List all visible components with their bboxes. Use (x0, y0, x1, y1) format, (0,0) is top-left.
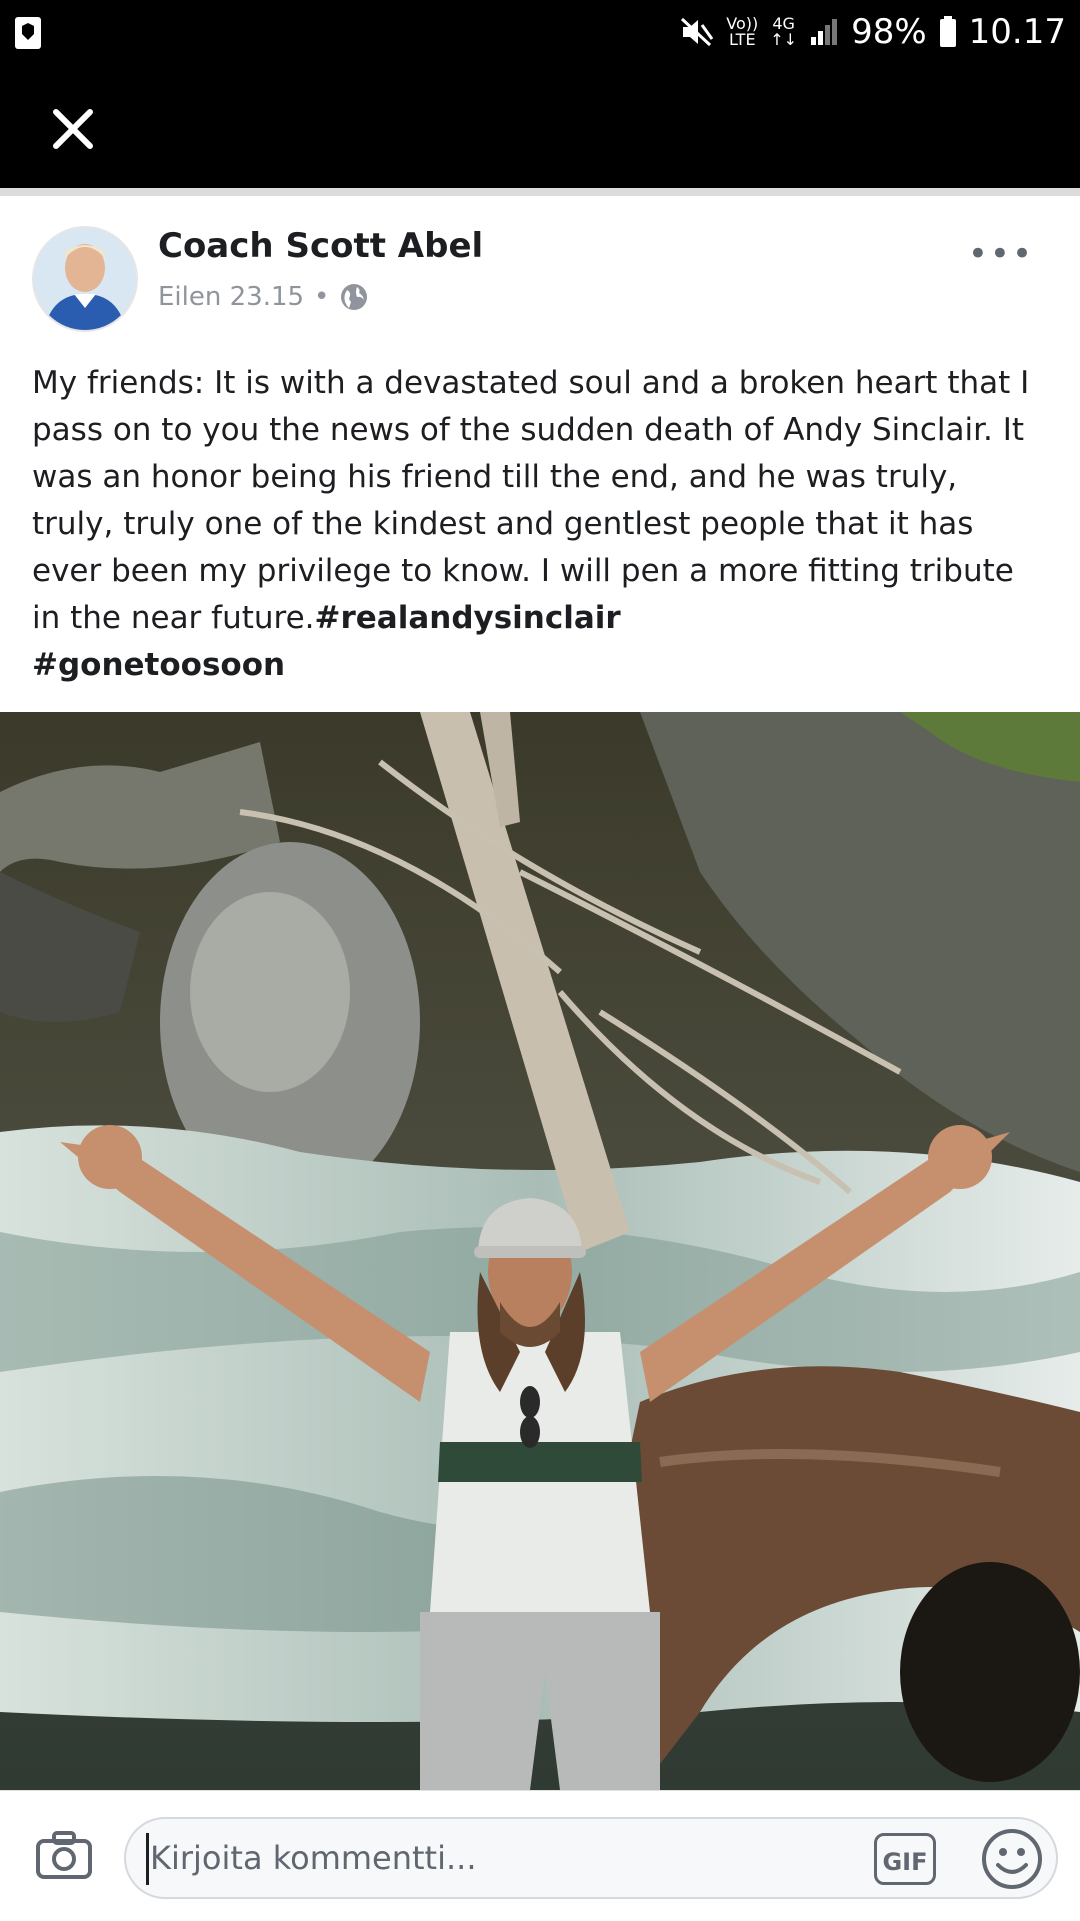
comment-placeholder: Kirjoita kommentti... (150, 1839, 477, 1877)
author-name[interactable]: Coach Scott Abel (158, 226, 483, 266)
photo-illustration (0, 712, 1080, 1790)
signal-icon (811, 19, 838, 45)
emoji-icon[interactable] (980, 1827, 1044, 1891)
divider (0, 188, 1080, 196)
post-meta: Eilen 23.15 • (158, 282, 369, 312)
gif-button[interactable]: GIF (874, 1833, 936, 1885)
comment-input[interactable]: Kirjoita kommentti... GIF (124, 1817, 1058, 1899)
status-bar: Vo)) LTE 4G ↑↓ 98% 10.17 (0, 0, 1080, 64)
post-header: Coach Scott Abel Eilen 23.15 • ••• (0, 196, 1080, 346)
post-body: My friends: It is with a devastated soul… (32, 365, 1030, 636)
more-options-button[interactable]: ••• (968, 234, 1034, 274)
volte-indicator: Vo)) LTE (726, 14, 759, 49)
battery-percent: 98% (851, 12, 927, 52)
close-icon[interactable] (48, 104, 98, 154)
hashtag-gonetoosoon[interactable]: #gonetoosoon (32, 647, 285, 683)
hashtag-realandysinclair[interactable]: #realandysinclair (315, 600, 621, 636)
post-text: My friends: It is with a devastated soul… (32, 360, 1042, 689)
clock: 10.17 (968, 12, 1066, 52)
status-icons: Vo)) LTE 4G ↑↓ 98% 10.17 (680, 0, 1066, 64)
avatar[interactable] (32, 226, 138, 332)
avatar-image (34, 228, 136, 330)
post-photo[interactable] (0, 712, 1080, 1790)
post-timestamp[interactable]: Eilen 23.15 (158, 282, 304, 312)
text-caret (146, 1833, 149, 1885)
network-type: 4G ↑↓ (770, 14, 798, 49)
meta-separator: • (314, 282, 330, 312)
camera-icon[interactable] (36, 1831, 92, 1879)
viewer-top-bar (0, 64, 1080, 188)
mute-icon (681, 17, 714, 47)
comment-bar: Kirjoita kommentti... GIF (0, 1790, 1080, 1921)
notification-icon (15, 17, 41, 49)
battery-icon (939, 16, 956, 47)
globe-icon (341, 284, 368, 310)
